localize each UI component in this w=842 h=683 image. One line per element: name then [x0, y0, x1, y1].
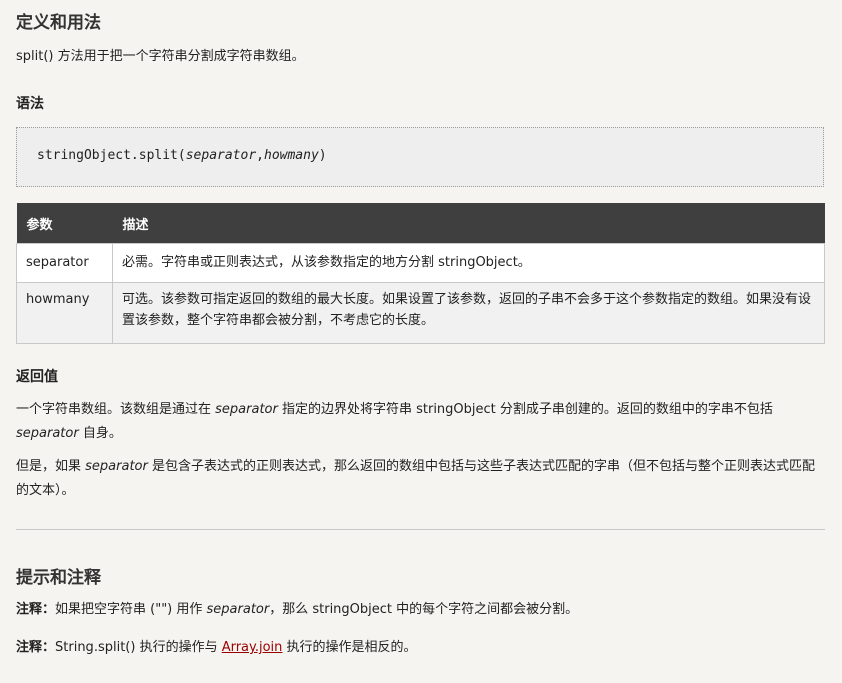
code-arg-separator: separator [185, 148, 257, 163]
note-label: 注释： [16, 640, 56, 655]
return-value-note: 但是，如果 separator 是包含子表达式的正则表达式，那么返回的数组中包括… [16, 455, 824, 503]
table-header-row: 参数 描述 [16, 203, 825, 244]
emphasis-separator: separator [206, 602, 270, 617]
syntax-code: stringObject.split(separator,howmany) [37, 148, 327, 163]
emphasis-separator: separator [16, 426, 79, 441]
text-span: 自身。 [78, 426, 122, 441]
parameters-table: 参数 描述 separator 必需。字符串或正则表达式，从该参数指定的地方分割… [16, 203, 825, 344]
note-1: 注释：如果把空字符串 ("") 用作 separator，那么 stringOb… [16, 598, 578, 622]
syntax-code-block: stringObject.split(separator,howmany) [16, 127, 824, 187]
header-desc: 描述 [112, 203, 825, 244]
table-row: separator 必需。字符串或正则表达式，从该参数指定的地方分割 strin… [16, 243, 825, 283]
section-divider [16, 529, 825, 530]
text-span: 一个字符串数组。该数组是通过在 [16, 402, 216, 417]
text-span: String.split() 执行的操作与 [55, 640, 222, 655]
code-suffix: ) [318, 148, 327, 163]
emphasis-separator: separator [215, 402, 278, 417]
param-name: howmany [16, 282, 113, 344]
param-desc: 必需。字符串或正则表达式，从该参数指定的地方分割 stringObject。 [112, 243, 825, 283]
reference-page: 定义和用法 split() 方法用于把一个字符串分割成字符串数组。 语法 str… [0, 0, 842, 683]
return-value-heading: 返回值 [16, 369, 58, 385]
syntax-heading: 语法 [16, 96, 44, 112]
code-comma: , [256, 148, 264, 163]
code-arg-howmany: howmany [264, 148, 319, 163]
emphasis-separator: separator [85, 459, 148, 474]
definition-text: split() 方法用于把一个字符串分割成字符串数组。 [16, 49, 305, 64]
code-prefix: stringObject.split( [37, 148, 186, 163]
tips-heading: 提示和注释 [16, 568, 101, 588]
text-span: 执行的操作是相反的。 [282, 640, 417, 655]
note-2: 注释：String.split() 执行的操作与 Array.join 执行的操… [16, 636, 417, 660]
param-name: separator [16, 243, 113, 283]
text-span: ，那么 stringObject 中的每个字符之间都会被分割。 [269, 602, 579, 617]
note-label: 注释： [16, 602, 56, 617]
param-desc: 可选。该参数可指定返回的数组的最大长度。如果设置了该参数，返回的子串不会多于这个… [112, 282, 825, 344]
text-span: 指定的边界处将字符串 stringObject 分割成子串创建的。返回的数组中的… [277, 402, 773, 417]
header-param: 参数 [16, 203, 113, 244]
array-join-link[interactable]: Array.join [222, 640, 283, 655]
return-value-text: 一个字符串数组。该数组是通过在 separator 指定的边界处将字符串 str… [16, 398, 824, 446]
text-span: 如果把空字符串 ("") 用作 [55, 602, 207, 617]
definition-heading: 定义和用法 [16, 13, 101, 33]
text-span: 但是，如果 [16, 459, 86, 474]
table-row: howmany 可选。该参数可指定返回的数组的最大长度。如果设置了该参数，返回的… [16, 282, 825, 344]
